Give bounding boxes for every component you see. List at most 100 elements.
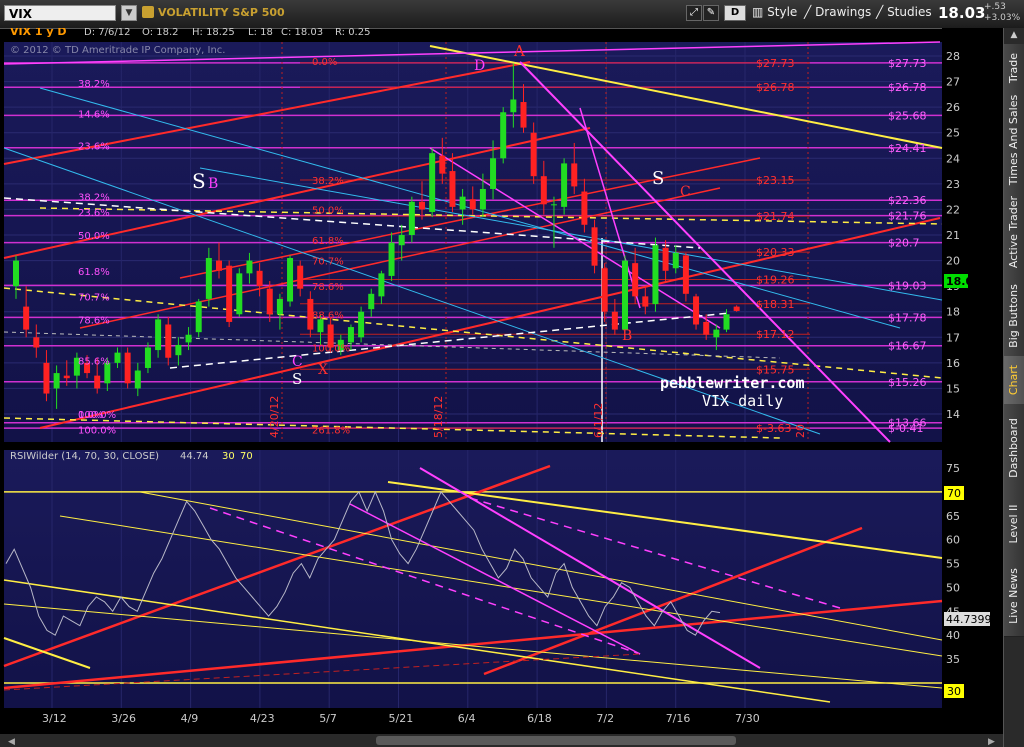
candle-body: [713, 329, 720, 338]
candle-body: [733, 306, 740, 311]
candle-body: [23, 306, 30, 330]
studies-icon: ╱: [876, 5, 884, 19]
style-menu[interactable]: ▥ Style: [752, 5, 797, 22]
candle-body: [155, 319, 162, 351]
rsi-30-tag: 30: [947, 685, 961, 698]
watermark-site: pebblewriter.com: [660, 374, 805, 392]
tab-chart[interactable]: Chart: [1004, 356, 1024, 405]
mid-level-label: $26.78: [756, 81, 795, 94]
rsi-param-30: 30: [222, 451, 235, 462]
candle-body: [682, 255, 689, 294]
symbol-type-icon: [142, 6, 154, 18]
candle-body: [378, 273, 385, 297]
candle-body: [185, 334, 192, 343]
candle-body: [246, 260, 253, 274]
date-marker-label: 20: [794, 424, 807, 438]
studies-menu[interactable]: ╱ Studies: [876, 5, 932, 22]
net-change: +.53: [984, 2, 1006, 12]
price-axis-tick: 24: [946, 152, 960, 165]
tab-label: Times And Sales: [1007, 94, 1020, 186]
candle-body: [144, 347, 151, 368]
candle-body: [216, 260, 222, 271]
tab-label: Active Trader: [1007, 195, 1020, 269]
tab-big-buttons[interactable]: Big Buttons: [1004, 276, 1024, 357]
rsi-label: RSIWilder (14, 70, 30, CLOSE): [10, 451, 159, 462]
tab-label: Live News: [1007, 568, 1020, 624]
candle-body: [611, 311, 618, 330]
tab-live-news[interactable]: Live News: [1004, 556, 1024, 637]
candle-body: [540, 176, 547, 205]
tab-dashboard[interactable]: Dashboard: [1004, 404, 1024, 493]
price-panel-symbol-label: VIX 1 y D: [10, 28, 67, 38]
period-button[interactable]: D: [724, 5, 746, 21]
wave-label: B: [208, 176, 218, 192]
candle-body: [53, 373, 60, 389]
tab-label: Trade: [1007, 52, 1020, 84]
mid-level-label: $27.73: [756, 57, 795, 70]
candle-body: [408, 201, 415, 235]
candle-body: [63, 375, 70, 379]
candle-body: [500, 112, 507, 159]
symbol-input[interactable]: VIX: [4, 5, 116, 21]
candle-body: [43, 362, 50, 394]
candle-body: [469, 199, 476, 210]
fib-mid-label: 0.0%: [312, 57, 337, 68]
x-axis-tick: 5/21: [389, 712, 414, 725]
candle-body: [134, 370, 141, 389]
fib-left-label: 78.6%: [78, 315, 110, 326]
rsi-axis-tick: 50: [946, 581, 960, 594]
x-axis-tick: 5/7: [319, 712, 337, 725]
candle-body: [287, 258, 294, 302]
right-level-label: $20.7: [888, 237, 920, 250]
candle-body: [642, 296, 649, 307]
wave-label: D: [474, 58, 485, 74]
drawings-menu[interactable]: ╱ Drawings: [804, 5, 871, 22]
tab-times-and-sales[interactable]: Times And Sales: [1004, 92, 1024, 189]
candle-body: [398, 235, 405, 246]
x-axis-tick: 7/30: [735, 712, 760, 725]
collapse-icon[interactable]: ▲: [1007, 30, 1021, 42]
candle-body: [13, 260, 19, 287]
rsi-axis-tick: 35: [946, 653, 960, 666]
price-axis-tick: 21: [946, 229, 960, 242]
studies-label: Studies: [887, 5, 932, 19]
tab-active-trader[interactable]: Active Trader: [1004, 188, 1024, 277]
mid-level-label: $20.33: [756, 246, 795, 259]
candle-body: [561, 163, 568, 207]
candle-body: [368, 293, 375, 310]
tab-trade[interactable]: Trade: [1004, 44, 1024, 93]
rsi-value: 44.74: [180, 451, 209, 462]
candle-body: [266, 288, 273, 315]
wrench-icon[interactable]: ✎: [703, 5, 719, 21]
symbol-description: VOLATILITY S&P 500: [142, 6, 285, 19]
right-level-label: $22.36: [888, 194, 927, 207]
right-level-label: $27.73: [888, 57, 927, 70]
scrollbar-thumb[interactable]: [376, 736, 736, 745]
candle-body: [571, 163, 578, 187]
fib-mid-label: 50.0%: [312, 205, 344, 216]
candle-body: [388, 242, 395, 276]
right-level-label: $17.78: [888, 311, 927, 324]
ohlc-low: L: 18: [248, 28, 273, 38]
x-axis-tick: 4/9: [181, 712, 199, 725]
mid-level-label: $17.12: [756, 328, 795, 341]
symbol-dropdown-icon[interactable]: ▼: [121, 5, 137, 21]
right-level-label: $16.67: [888, 340, 927, 353]
ohlc-range: R: 0.25: [335, 28, 370, 38]
symbol-name-label: VOLATILITY S&P 500: [158, 6, 285, 19]
crosshair-icon[interactable]: ⤢: [686, 5, 702, 21]
fib-mid-label: 70.7%: [312, 257, 344, 268]
candle-body: [226, 265, 233, 322]
candle-body: [419, 201, 425, 210]
scroll-left-icon[interactable]: ◀: [8, 737, 15, 747]
date-marker-label: 4/20/12: [268, 396, 281, 438]
tab-level-ii[interactable]: Level II: [1004, 492, 1024, 557]
watermark-caption: VIX daily: [702, 392, 783, 410]
fib-mid-label: 61.8%: [312, 236, 344, 247]
scroll-right-icon[interactable]: ▶: [988, 737, 995, 747]
candle-body: [652, 245, 659, 305]
right-sidebar: ▲ Trade Times And Sales Active Trader Bi…: [1003, 28, 1024, 747]
candle-body: [429, 153, 436, 212]
style-label: Style: [767, 5, 798, 19]
chart-area[interactable]: $27.73 $26.78 $25.68 $24.41 $22.36 $21.76 $20.…: [0, 28, 1003, 747]
